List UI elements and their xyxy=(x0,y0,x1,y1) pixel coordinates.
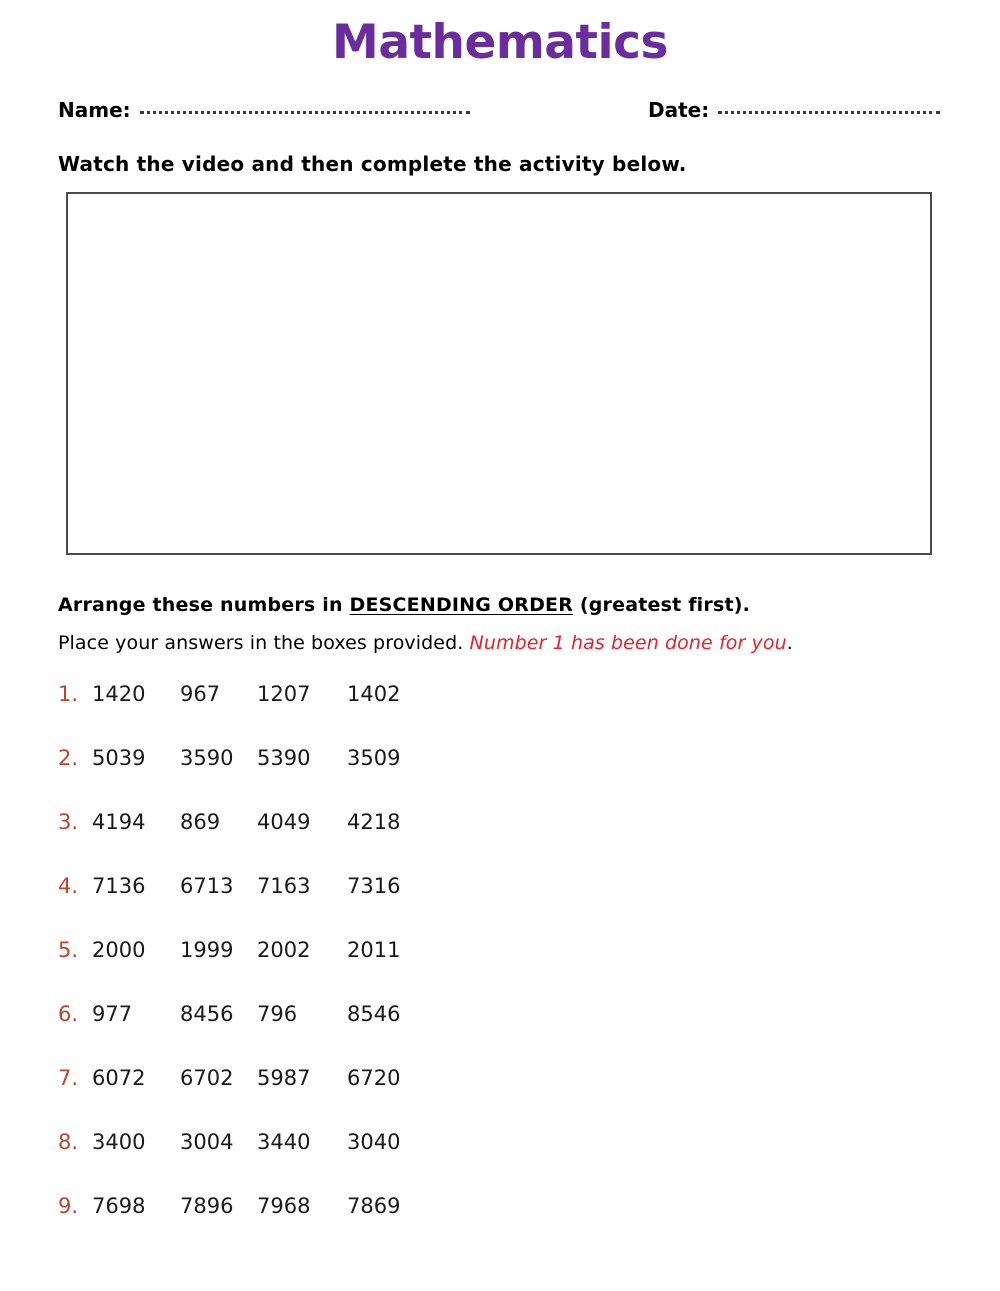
exercise-number: 977 xyxy=(92,1002,133,1026)
instruction2-prefix: Place your answers in the boxes provided… xyxy=(58,632,470,654)
exercise-number: 796 xyxy=(257,1002,298,1026)
instruction-prefix: Arrange these numbers in xyxy=(58,594,350,616)
exercise-index: 8. xyxy=(58,1130,79,1154)
exercise-index: 6. xyxy=(58,1002,79,1026)
exercise-number: 3400 xyxy=(92,1130,146,1154)
exercise-row: 7. 6072 6702 5987 6720 xyxy=(0,1064,1000,1128)
exercise-number: 2002 xyxy=(257,938,311,962)
exercise-values: 1420 967 1207 1402 xyxy=(92,680,422,708)
exercise-row: 4. 7136 6713 7163 7316 xyxy=(0,872,1000,936)
exercise-number: 967 xyxy=(180,682,221,706)
date-dotted-line[interactable] xyxy=(718,110,941,114)
exercise-number: 7869 xyxy=(347,1194,401,1218)
name-label: Name: xyxy=(58,98,131,122)
exercise-number: 4218 xyxy=(347,810,401,834)
exercise-row: 1. 1420 967 1207 1402 xyxy=(0,680,1000,744)
exercise-number: 8456 xyxy=(180,1002,234,1026)
exercise-number: 3590 xyxy=(180,746,234,770)
watch-video-instruction: Watch the video and then complete the ac… xyxy=(58,152,687,176)
header-fields: Name: Date: xyxy=(58,98,948,128)
exercise-number: 5390 xyxy=(257,746,311,770)
instruction-place-answers: Place your answers in the boxes provided… xyxy=(58,632,793,654)
date-field[interactable]: Date: xyxy=(648,98,948,122)
exercise-values: 5039 3590 5390 3509 xyxy=(92,744,422,772)
exercise-number: 7698 xyxy=(92,1194,146,1218)
exercise-number: 7316 xyxy=(347,874,401,898)
exercise-values: 977 8456 796 8546 xyxy=(92,1000,422,1028)
exercise-number: 2000 xyxy=(92,938,146,962)
instruction-emphasis: DESCENDING ORDER xyxy=(349,594,574,616)
exercise-number: 6072 xyxy=(92,1066,146,1090)
exercise-list: 1. 1420 967 1207 1402 2. 5039 3590 5390 3509 3. 419… xyxy=(0,680,1000,1256)
exercise-number: 1999 xyxy=(180,938,234,962)
exercise-number: 5987 xyxy=(257,1066,311,1090)
exercise-row: 2. 5039 3590 5390 3509 xyxy=(0,744,1000,808)
exercise-values: 7136 6713 7163 7316 xyxy=(92,872,422,900)
exercise-number: 8546 xyxy=(347,1002,401,1026)
exercise-number: 7136 xyxy=(92,874,146,898)
exercise-row: 6. 977 8456 796 8546 xyxy=(0,1000,1000,1064)
exercise-number: 6713 xyxy=(180,874,234,898)
exercise-index: 2. xyxy=(58,746,79,770)
exercise-row: 9. 7698 7896 7968 7869 xyxy=(0,1192,1000,1256)
exercise-number: 1420 xyxy=(92,682,146,706)
exercise-number: 869 xyxy=(180,810,221,834)
exercise-number: 3040 xyxy=(347,1130,401,1154)
exercise-number: 7896 xyxy=(180,1194,234,1218)
exercise-index: 9. xyxy=(58,1194,79,1218)
exercise-values: 4194 869 4049 4218 xyxy=(92,808,422,836)
name-field[interactable]: Name: xyxy=(58,98,478,122)
exercise-number: 7163 xyxy=(257,874,311,898)
instruction-descending-order: Arrange these numbers in DESCENDING ORDE… xyxy=(58,594,750,616)
exercise-values: 7698 7896 7968 7869 xyxy=(92,1192,422,1220)
date-label: Date: xyxy=(648,98,710,122)
exercise-number: 3440 xyxy=(257,1130,311,1154)
worksheet-page: Mathematics Name: Date: Watch the video … xyxy=(0,0,1000,1291)
instruction2-note: Number 1 has been done for you xyxy=(469,632,787,654)
page-title: Mathematics xyxy=(332,15,668,70)
exercise-values: 2000 1999 2002 2011 xyxy=(92,936,422,964)
exercise-number: 1402 xyxy=(347,682,401,706)
exercise-row: 3. 4194 869 4049 4218 xyxy=(0,808,1000,872)
exercise-index: 3. xyxy=(58,810,79,834)
exercise-number: 6720 xyxy=(347,1066,401,1090)
instruction-suffix: (greatest first). xyxy=(573,594,751,616)
exercise-index: 4. xyxy=(58,874,79,898)
exercise-number: 4049 xyxy=(257,810,311,834)
exercise-number: 3509 xyxy=(347,746,401,770)
exercise-number: 3004 xyxy=(180,1130,234,1154)
exercise-number: 7968 xyxy=(257,1194,311,1218)
exercise-index: 1. xyxy=(58,682,79,706)
exercise-number: 4194 xyxy=(92,810,146,834)
name-dotted-line[interactable] xyxy=(139,110,470,114)
exercise-index: 7. xyxy=(58,1066,79,1090)
video-placeholder-box[interactable] xyxy=(66,192,932,555)
exercise-number: 2011 xyxy=(347,938,401,962)
exercise-index: 5. xyxy=(58,938,79,962)
exercise-values: 6072 6702 5987 6720 xyxy=(92,1064,422,1092)
exercise-row: 8. 3400 3004 3440 3040 xyxy=(0,1128,1000,1192)
exercise-number: 1207 xyxy=(257,682,311,706)
exercise-row: 5. 2000 1999 2002 2011 xyxy=(0,936,1000,1000)
instruction2-suffix: . xyxy=(786,632,793,654)
exercise-number: 6702 xyxy=(180,1066,234,1090)
exercise-number: 5039 xyxy=(92,746,146,770)
exercise-values: 3400 3004 3440 3040 xyxy=(92,1128,422,1156)
